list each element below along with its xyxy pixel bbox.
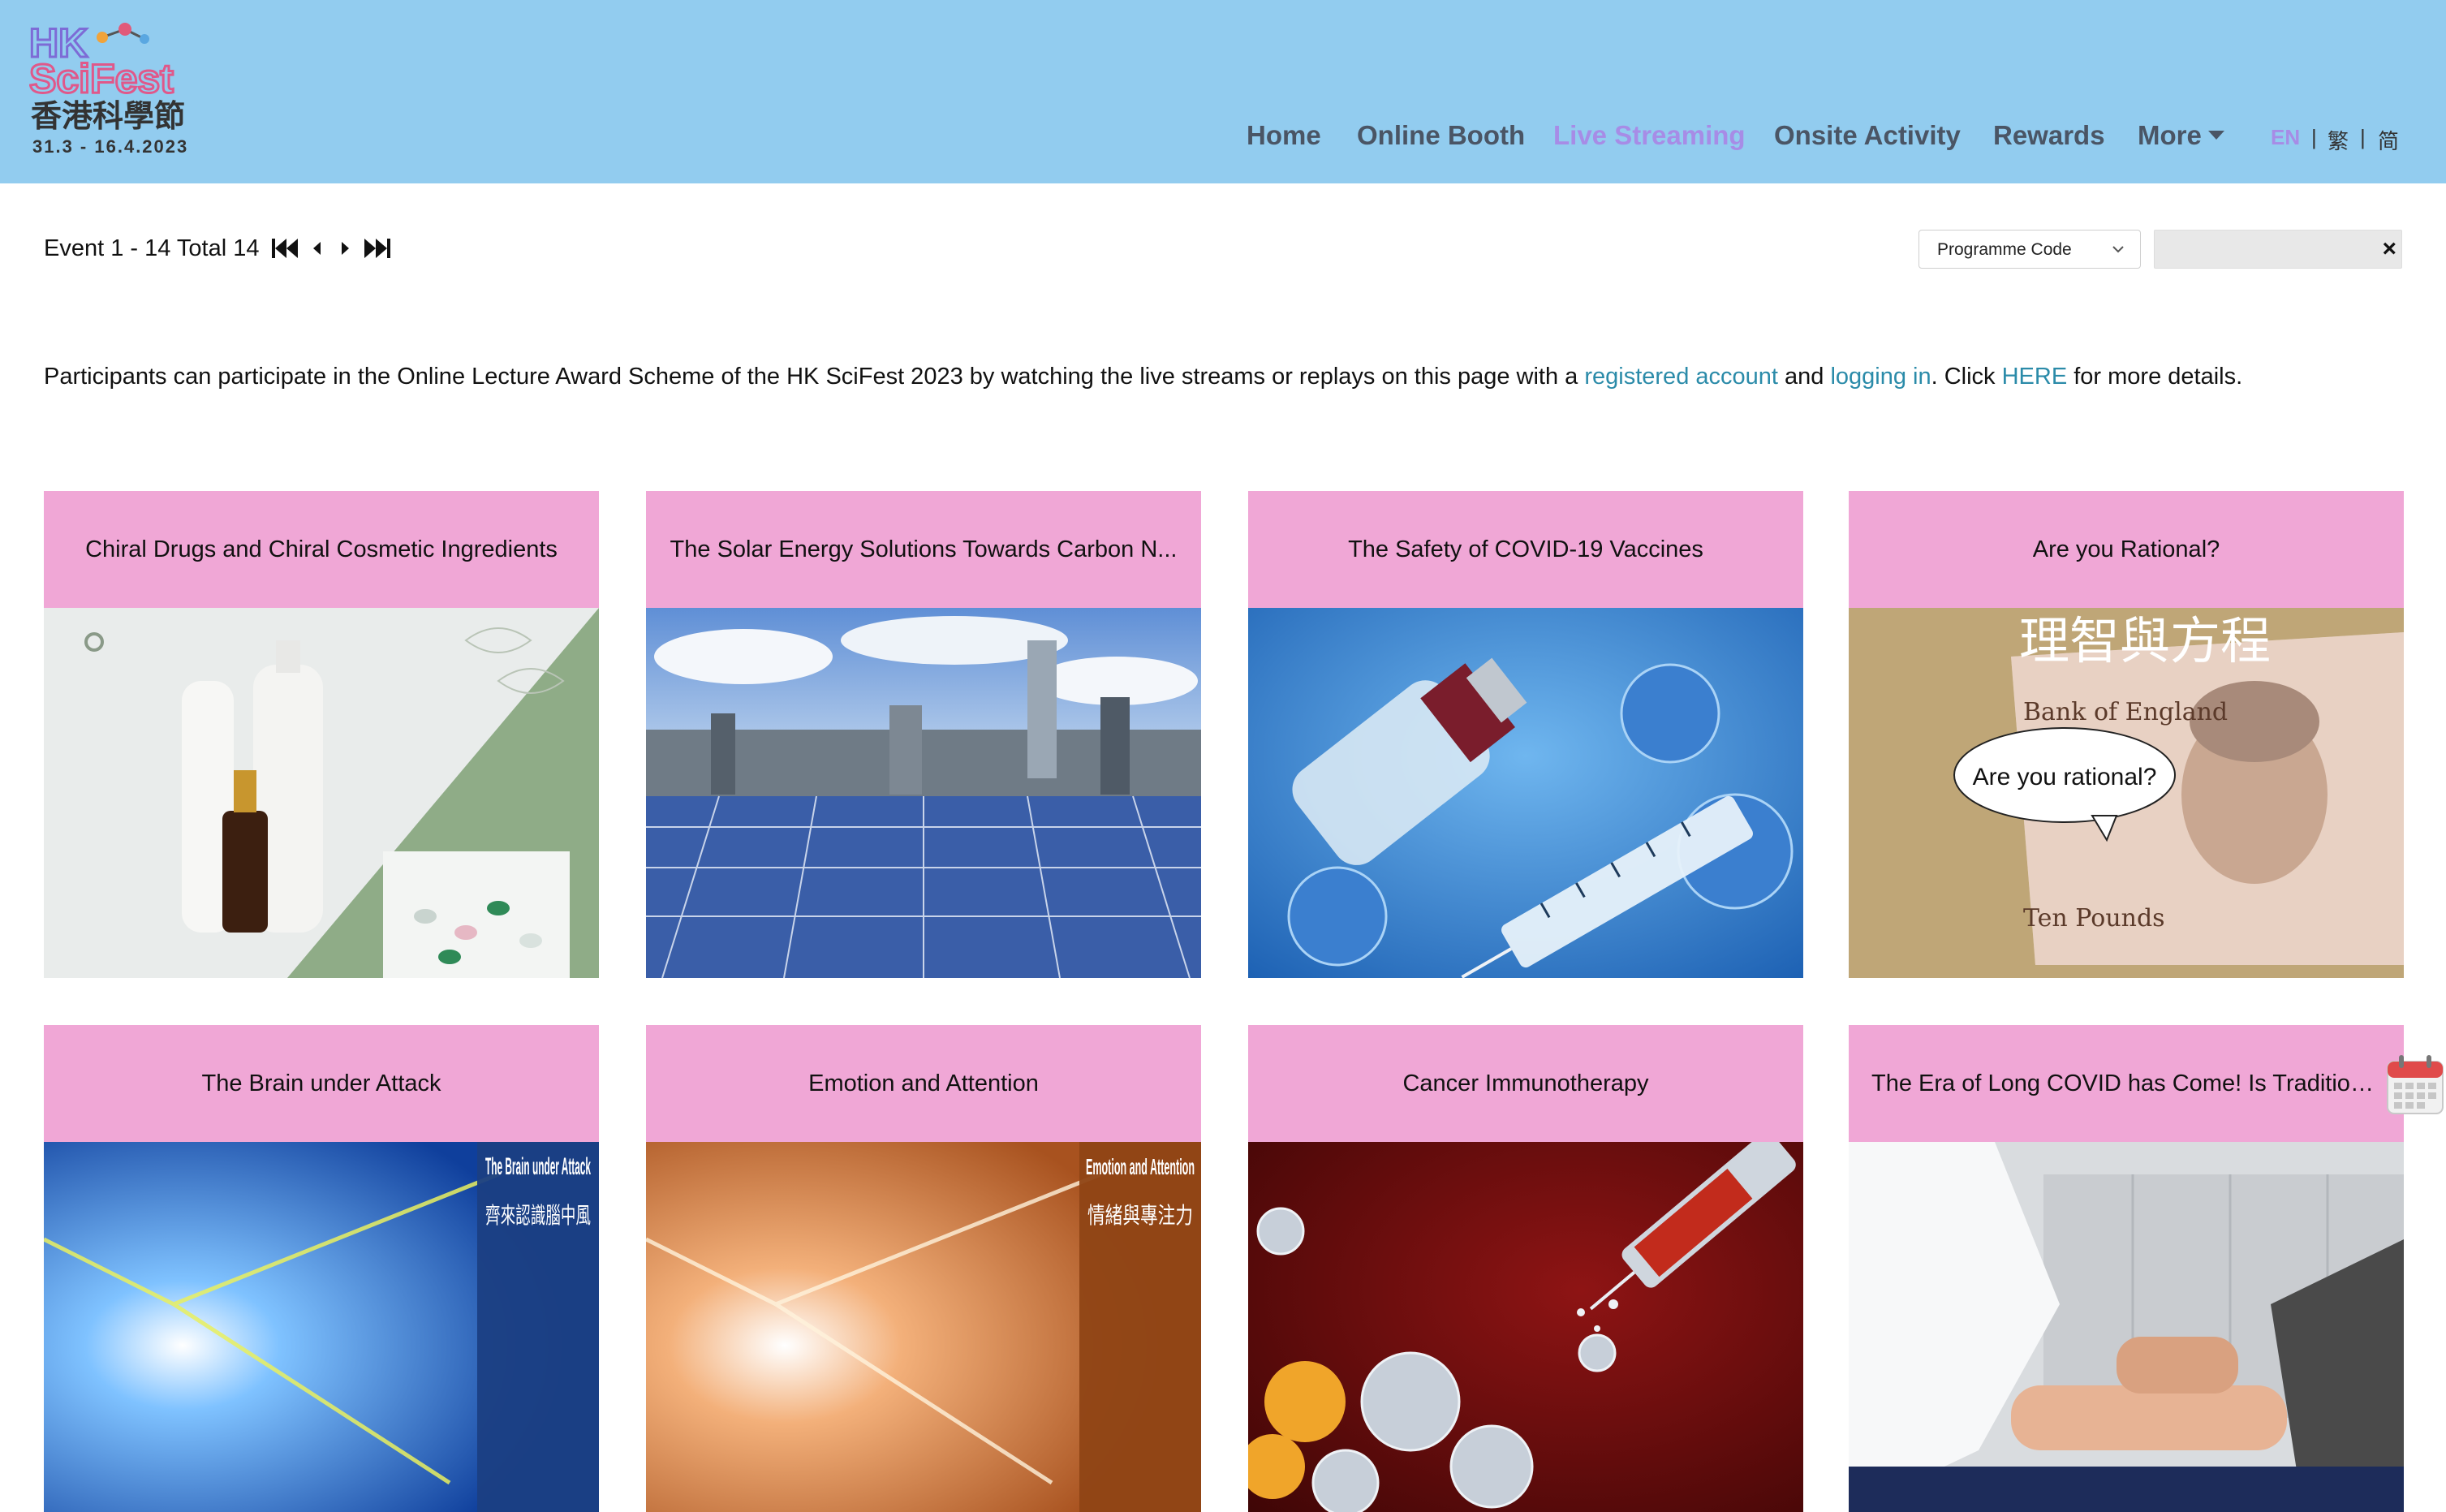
image-note-top: Bank of England [2023, 698, 2228, 726]
image-text-en: The Brain under Attack [485, 1153, 591, 1180]
event-thumbnail: The Brain under Attack 齊來認識腦中風 [44, 1142, 599, 1512]
nav-onsite-activity[interactable]: Onsite Activity [1774, 120, 1961, 151]
notice-text: for more details. [2067, 364, 2243, 390]
event-card[interactable]: The Safety of COVID-19 Vaccines [1248, 491, 1803, 978]
pager: Event 1 - 14 Total 14 [44, 234, 397, 263]
nav-home[interactable]: Home [1247, 120, 1321, 151]
event-card[interactable]: Are you Rational? 理智與方程 Bank of England … [1849, 491, 2404, 978]
lang-traditional[interactable]: 繁 [2328, 125, 2349, 155]
event-thumbnail: 理智與方程 Bank of England Ten Pounds Are you… [1849, 608, 2404, 978]
search-input[interactable] [2155, 230, 2369, 269]
event-card-title: The Era of Long COVID has Come! Is Tradi… [1849, 1025, 2404, 1142]
image-text-zh: 情緒與專注力 [1087, 1202, 1193, 1229]
event-card-title: The Safety of COVID-19 Vaccines [1248, 491, 1803, 608]
event-card[interactable]: Cancer Immunotherapy [1248, 1025, 1803, 1512]
nav-more-label: More [2138, 120, 2202, 150]
chevron-down-icon [2111, 242, 2125, 261]
event-card-title: The Brain under Attack [44, 1025, 599, 1142]
calendar-icon[interactable] [2386, 1055, 2444, 1115]
hk-scifest-logo[interactable]: HK SciFest 香港科學節 31.3 - 16.4.2023 [28, 19, 273, 161]
nav-more[interactable]: More [2138, 120, 2224, 151]
logo-text-zh: 香港科學節 [31, 98, 185, 134]
event-card[interactable]: The Era of Long COVID has Come! Is Tradi… [1849, 1025, 2404, 1512]
programme-code-select-label: Programme Code [1937, 240, 2072, 259]
logo-dates: 31.3 - 16.4.2023 [32, 136, 188, 157]
notice-text: and [1777, 364, 1831, 390]
logging-in-link[interactable]: logging in [1830, 364, 1931, 390]
event-card[interactable]: Emotion and Attention Emotion and Attent… [646, 1025, 1201, 1512]
site-header: HK SciFest 香港科學節 31.3 - 16.4.2023 Home O… [0, 0, 2446, 183]
caret-right-icon[interactable] [334, 236, 356, 261]
event-card-title: Chiral Drugs and Chiral Cosmetic Ingredi… [44, 491, 599, 608]
notice-text: Participants can participate in the Onli… [44, 364, 1585, 390]
image-text-en: Emotion and Attention [1086, 1154, 1195, 1179]
caret-left-icon[interactable] [306, 236, 329, 261]
lang-en[interactable]: EN [2271, 125, 2300, 150]
lang-separator: | [2360, 125, 2366, 149]
event-card-title: Emotion and Attention [646, 1025, 1201, 1142]
award-scheme-notice: Participants can participate in the Onli… [44, 364, 2242, 390]
image-text-zh: 齊來認識腦中風 [485, 1202, 591, 1229]
close-icon[interactable]: × [2382, 235, 2396, 263]
caret-down-icon [2207, 130, 2224, 140]
event-card[interactable]: The Solar Energy Solutions Towards Carbo… [646, 491, 1201, 978]
image-text-zh: 理智與方程 [2019, 611, 2271, 670]
image-bubble-text: Are you rational? [1973, 764, 2157, 790]
nav-online-booth[interactable]: Online Booth [1357, 120, 1525, 151]
event-thumbnail [1248, 1142, 1803, 1512]
event-thumbnail [1248, 608, 1803, 978]
lang-simplified[interactable]: 简 [2378, 125, 2399, 155]
skip-back-icon[interactable] [270, 236, 301, 261]
event-card[interactable]: Chiral Drugs and Chiral Cosmetic Ingredi… [44, 491, 599, 978]
logo-text-scifest: SciFest [29, 56, 174, 101]
molecule-icon [97, 23, 149, 44]
programme-code-select[interactable]: Programme Code [1918, 230, 2141, 269]
image-note-bottom: Ten Pounds [2023, 904, 2165, 933]
event-thumbnail [646, 608, 1201, 978]
registered-account-link[interactable]: registered account [1584, 364, 1778, 390]
event-card[interactable]: The Brain under Attack The Brain under A… [44, 1025, 599, 1512]
lang-separator: | [2311, 125, 2317, 149]
here-link[interactable]: HERE [2002, 364, 2068, 390]
search-box: × [2154, 230, 2402, 269]
notice-text: . Click [1931, 364, 2002, 390]
nav-rewards[interactable]: Rewards [1993, 120, 2105, 151]
pager-text: Event 1 - 14 Total 14 [44, 235, 260, 261]
skip-forward-icon[interactable] [361, 236, 392, 261]
event-card-title: The Solar Energy Solutions Towards Carbo… [646, 491, 1201, 608]
event-thumbnail [1849, 1142, 2404, 1512]
event-card-title: Cancer Immunotherapy [1248, 1025, 1803, 1142]
event-card-title: Are you Rational? [1849, 491, 2404, 608]
event-thumbnail [44, 608, 599, 978]
event-thumbnail: Emotion and Attention 情緒與專注力 [646, 1142, 1201, 1512]
nav-live-streaming[interactable]: Live Streaming [1553, 120, 1746, 151]
